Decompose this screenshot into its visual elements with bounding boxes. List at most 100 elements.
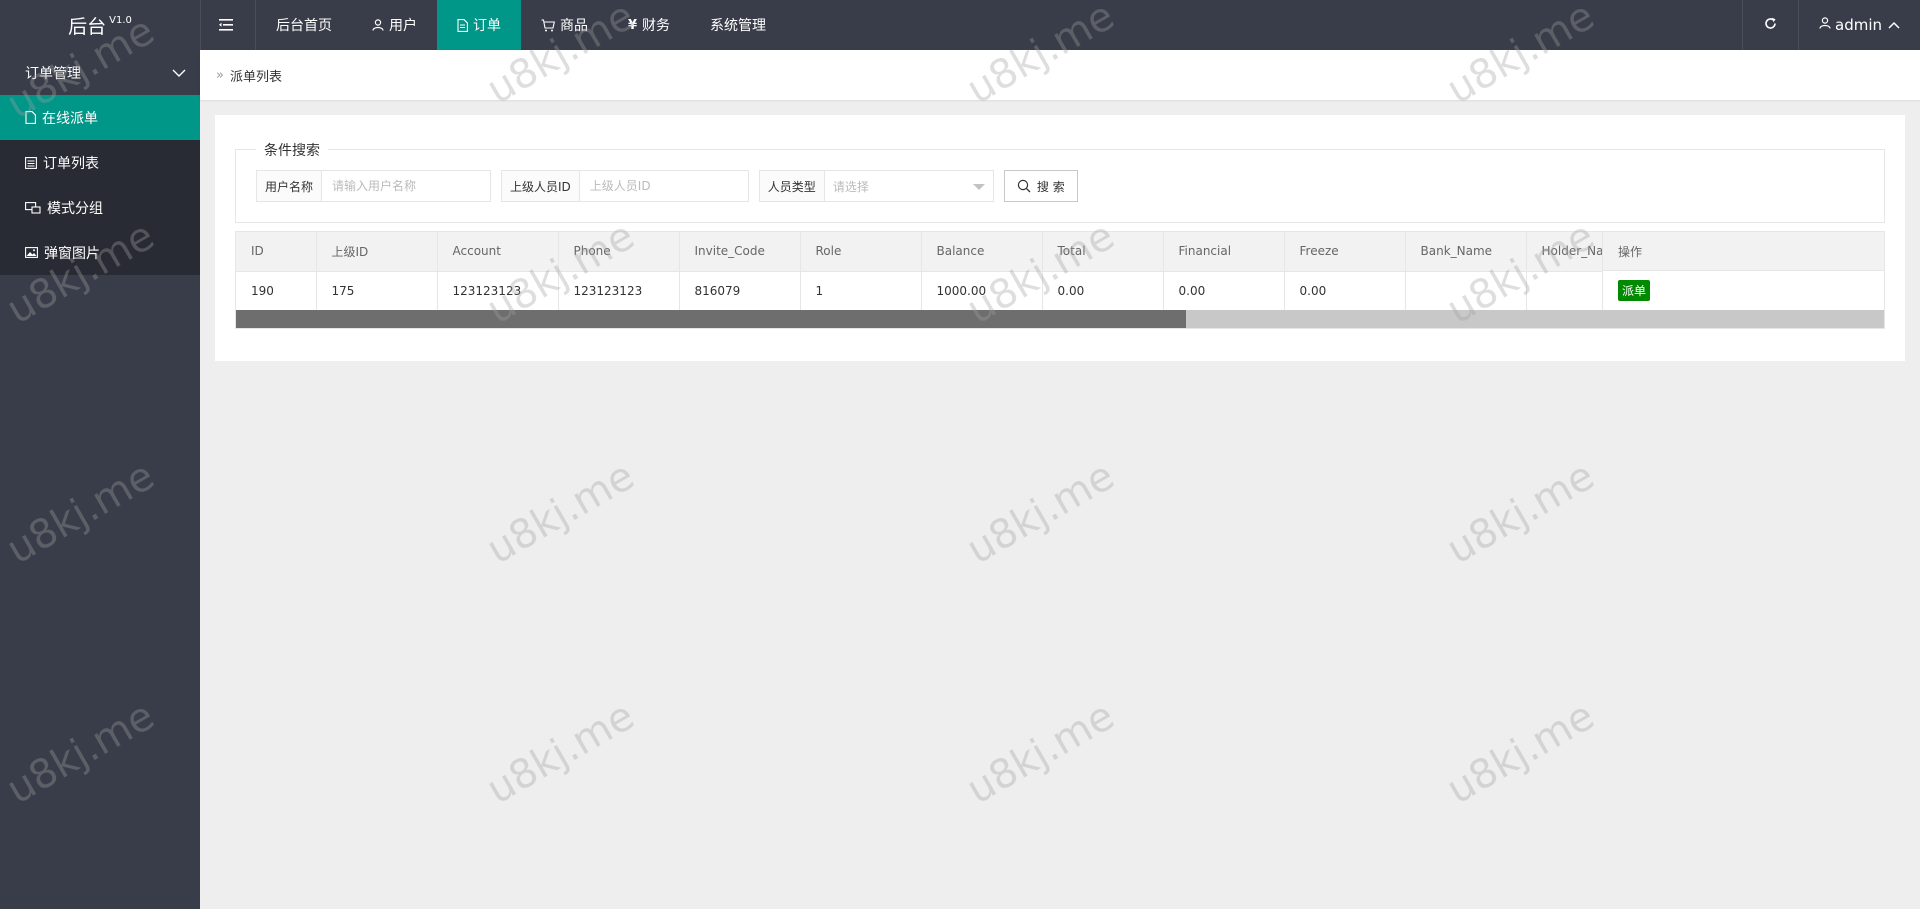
col-header: Account bbox=[437, 232, 559, 272]
order-table: ID 上级ID Account Phone Invite_Code Role B… bbox=[236, 232, 1648, 310]
nav-home[interactable]: 后台首页 bbox=[256, 0, 352, 50]
search-icon bbox=[1017, 179, 1031, 193]
sidebar-item-label: 在线派单 bbox=[42, 110, 98, 127]
table-cell: 0.00 bbox=[1042, 271, 1164, 310]
breadcrumb: » 派单列表 bbox=[200, 50, 1920, 100]
col-header: Phone bbox=[558, 232, 680, 272]
action-cell: 派单 bbox=[1603, 271, 1884, 310]
sidebar: 订单管理 在线派单 订单列表 模式分组 弹窗图片 bbox=[0, 50, 200, 909]
col-header: Role bbox=[800, 232, 922, 272]
double-chevron-icon: » bbox=[216, 67, 224, 83]
watermark: u8kj.me bbox=[1439, 452, 1603, 574]
col-header: 上级ID bbox=[316, 232, 438, 272]
table-cell: 0.00 bbox=[1284, 271, 1406, 310]
col-header: Bank_Name bbox=[1405, 232, 1527, 272]
watermark: u8kj.me bbox=[479, 692, 643, 814]
nav-products[interactable]: 商品 bbox=[521, 0, 608, 50]
app-version: V1.0 bbox=[109, 14, 132, 26]
sidebar-item-online-dispatch[interactable]: 在线派单 bbox=[0, 95, 200, 140]
dispatch-button[interactable]: 派单 bbox=[1618, 280, 1651, 301]
nav-system-label: 系统管理 bbox=[710, 18, 767, 34]
sidebar-toggle-button[interactable] bbox=[200, 0, 256, 50]
table-cell: 816079 bbox=[679, 271, 801, 310]
scrollbar-thumb[interactable] bbox=[236, 310, 1186, 328]
member-type-placeholder: 请选择 bbox=[832, 179, 869, 194]
image-icon bbox=[25, 247, 38, 258]
nav-finance-label: 财务 bbox=[642, 18, 671, 34]
table-cell: 1 bbox=[800, 271, 922, 310]
sidebar-item-label: 弹窗图片 bbox=[44, 245, 100, 262]
sidebar-item-popup-image[interactable]: 弹窗图片 bbox=[0, 230, 200, 275]
username-group: 用户名称 bbox=[256, 170, 492, 202]
username-input[interactable] bbox=[322, 171, 491, 201]
top-right-tools: admin bbox=[1742, 0, 1920, 50]
user-icon bbox=[1819, 17, 1831, 33]
col-header: Invite_Code bbox=[679, 232, 801, 272]
col-header: Financial bbox=[1163, 232, 1285, 272]
top-header: 后台 V1.0 后台首页 用户 订单 商品 ¥ 财务 系统管理 admin bbox=[0, 0, 1920, 50]
main-card: 条件搜索 用户名称 上级人员ID 人员类型 请选择 搜 bbox=[215, 115, 1905, 361]
breadcrumb-current[interactable]: 派单列表 bbox=[230, 66, 282, 85]
search-button-label: 搜 索 bbox=[1036, 179, 1065, 194]
member-type-label: 人员类型 bbox=[759, 171, 825, 201]
watermark: u8kj.me bbox=[479, 452, 643, 574]
table-cell bbox=[1405, 271, 1527, 310]
table-cell: 123123123 bbox=[437, 271, 559, 310]
nav-orders[interactable]: 订单 bbox=[437, 0, 521, 50]
nav-system[interactable]: 系统管理 bbox=[690, 0, 786, 50]
top-nav: 后台首页 用户 订单 商品 ¥ 财务 系统管理 bbox=[200, 0, 786, 50]
list-icon bbox=[25, 156, 37, 169]
sidebar-item-order-list[interactable]: 订单列表 bbox=[0, 140, 200, 185]
data-table: ID 上级ID Account Phone Invite_Code Role B… bbox=[235, 231, 1885, 329]
chevron-down-icon bbox=[172, 65, 186, 81]
sidebar-submenu: 在线派单 订单列表 模式分组 弹窗图片 bbox=[0, 95, 200, 275]
cart-icon bbox=[541, 18, 555, 32]
watermark: u8kj.me bbox=[1439, 692, 1603, 814]
member-type-group: 人员类型 请选择 bbox=[758, 170, 994, 202]
document-icon bbox=[457, 18, 468, 32]
action-column-header: 操作 bbox=[1603, 232, 1884, 271]
search-fieldset: 条件搜索 用户名称 上级人员ID 人员类型 请选择 搜 bbox=[235, 140, 1885, 223]
col-header: ID bbox=[236, 232, 317, 272]
table-cell: 123123123 bbox=[558, 271, 680, 310]
table-cell: 1000.00 bbox=[921, 271, 1043, 310]
col-header: Freeze bbox=[1284, 232, 1406, 272]
menu-toggle-icon bbox=[218, 19, 233, 31]
search-form: 用户名称 上级人员ID 人员类型 请选择 搜 索 bbox=[256, 170, 1078, 202]
parent-id-input[interactable] bbox=[579, 171, 748, 201]
parent-id-group: 上级人员ID bbox=[501, 170, 749, 202]
app-logo[interactable]: 后台 V1.0 bbox=[0, 0, 200, 50]
user-menu[interactable]: admin bbox=[1798, 0, 1920, 50]
watermark: u8kj.me bbox=[959, 692, 1123, 814]
table-cell: 190 bbox=[236, 271, 317, 310]
caret-down-icon bbox=[972, 184, 985, 190]
nav-users[interactable]: 用户 bbox=[352, 0, 437, 50]
sidebar-group-orders[interactable]: 订单管理 bbox=[0, 50, 200, 95]
nav-home-label: 后台首页 bbox=[276, 18, 332, 34]
document-icon bbox=[25, 111, 36, 124]
user-name: admin bbox=[1835, 16, 1882, 34]
chevron-up-icon bbox=[1888, 17, 1900, 33]
refresh-button[interactable] bbox=[1742, 0, 1798, 50]
member-type-select[interactable]: 请选择 bbox=[825, 171, 993, 201]
table-row: 190 175 123123123 123123123 816079 1 100… bbox=[236, 271, 1648, 310]
nav-products-label: 商品 bbox=[560, 18, 588, 34]
nav-finance[interactable]: ¥ 财务 bbox=[608, 0, 690, 50]
refresh-icon bbox=[1764, 17, 1777, 34]
table-cell: 0.00 bbox=[1163, 271, 1285, 310]
search-legend: 条件搜索 bbox=[256, 140, 328, 160]
sidebar-group-label: 订单管理 bbox=[25, 65, 81, 82]
horizontal-scrollbar[interactable] bbox=[236, 310, 1884, 328]
col-header: Balance bbox=[921, 232, 1043, 272]
app-title: 后台 bbox=[68, 15, 107, 38]
watermark: u8kj.me bbox=[959, 452, 1123, 574]
sidebar-item-label: 模式分组 bbox=[47, 200, 103, 217]
parent-id-label: 上级人员ID bbox=[502, 171, 580, 201]
table-cell: 175 bbox=[316, 271, 438, 310]
username-label: 用户名称 bbox=[257, 171, 323, 201]
table-header-row: ID 上级ID Account Phone Invite_Code Role B… bbox=[236, 232, 1648, 272]
search-button[interactable]: 搜 索 bbox=[1003, 170, 1078, 202]
yen-icon: ¥ bbox=[628, 17, 638, 33]
sidebar-item-mode-group[interactable]: 模式分组 bbox=[0, 185, 200, 230]
group-icon bbox=[25, 201, 41, 214]
